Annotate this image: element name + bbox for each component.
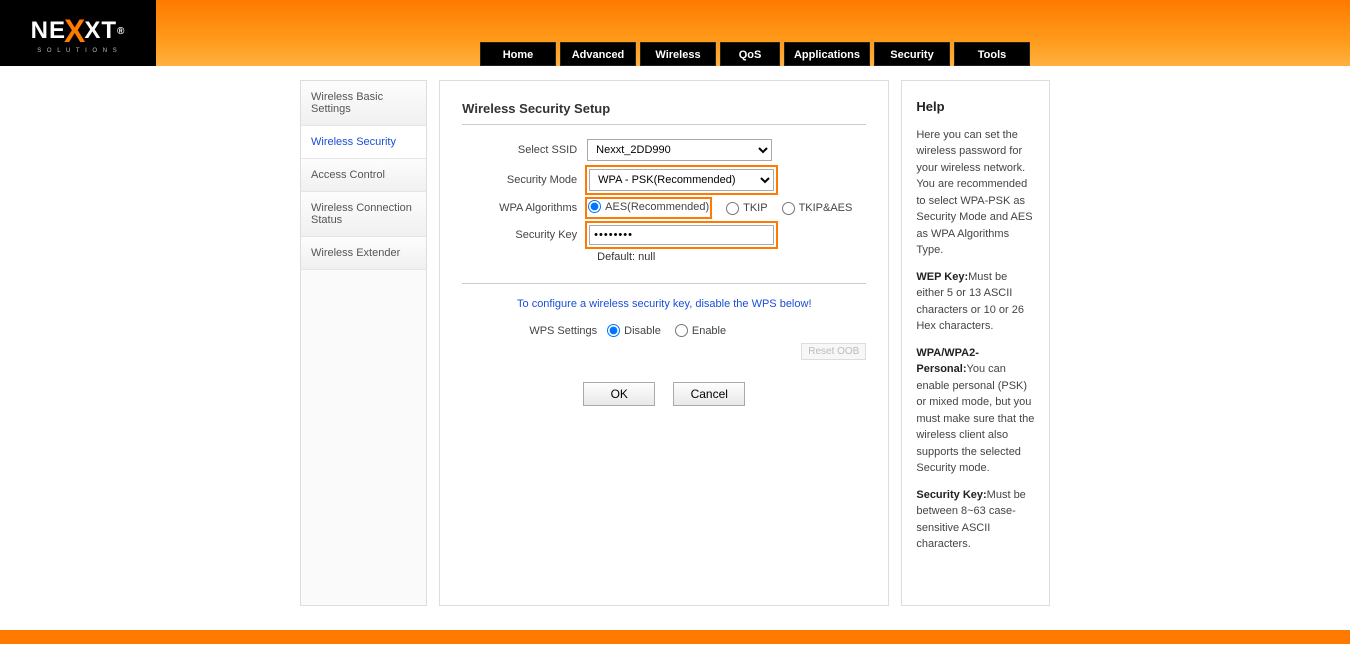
security-key-input[interactable]	[589, 225, 774, 245]
radio-aes-label: AES(Recommended)	[605, 201, 709, 213]
radio-wps-enable-input[interactable]	[675, 324, 688, 337]
help-panel: Help Here you can set the wireless passw…	[901, 80, 1050, 606]
security-key-highlight	[587, 223, 776, 247]
main-nav: Home Advanced Wireless QoS Applications …	[480, 42, 1030, 66]
reset-oob-button: Reset OOB	[801, 343, 866, 360]
radio-wps-disable-label: Disable	[624, 325, 661, 337]
brand-right: XT	[84, 17, 117, 45]
sidebar-item-extender[interactable]: Wireless Extender	[301, 237, 426, 270]
help-seckey-label: Security Key:	[916, 489, 986, 501]
help-wep: WEP Key:Must be either 5 or 13 ASCII cha…	[916, 269, 1035, 335]
page-body: Wireless Basic Settings Wireless Securit…	[0, 66, 1350, 626]
help-intro: Here you can set the wireless password f…	[916, 127, 1035, 259]
radio-tkip-label: TKIP	[743, 202, 767, 214]
help-wpa: WPA/WPA2-Personal:You can enable persona…	[916, 345, 1035, 477]
help-wpa-text: You can enable personal (PSK) or mixed m…	[916, 363, 1034, 474]
help-wep-label: WEP Key:	[916, 271, 968, 283]
row-wpa-algorithms: WPA Algorithms AES(Recommended) TKIP TKI…	[462, 199, 866, 217]
security-mode-label: Security Mode	[462, 174, 587, 186]
help-title: Help	[916, 97, 1035, 117]
sidebar-item-status[interactable]: Wireless Connection Status	[301, 192, 426, 237]
divider	[462, 124, 866, 125]
help-seckey: Security Key:Must be between 8~63 case-s…	[916, 487, 1035, 553]
security-mode-dropdown[interactable]: WPA - PSK(Recommended)	[589, 169, 774, 191]
row-wps-settings: WPS Settings Disable Enable	[462, 324, 866, 337]
button-row: OK Cancel	[462, 382, 866, 406]
wpa-alg-label: WPA Algorithms	[462, 202, 587, 214]
brand-x-icon: X	[64, 13, 86, 50]
sidebar: Wireless Basic Settings Wireless Securit…	[300, 80, 427, 606]
sidebar-item-access[interactable]: Access Control	[301, 159, 426, 192]
radio-wps-enable[interactable]: Enable	[675, 324, 726, 337]
radio-aes-input[interactable]	[588, 200, 601, 213]
radio-wps-disable-input[interactable]	[607, 324, 620, 337]
brand-left: NE	[31, 17, 66, 45]
panel-title: Wireless Security Setup	[462, 101, 866, 116]
ok-button[interactable]: OK	[583, 382, 655, 406]
brand-reg: ®	[117, 26, 125, 37]
footer-bar	[0, 630, 1350, 644]
wps-settings-label: WPS Settings	[462, 325, 607, 337]
cancel-button[interactable]: Cancel	[673, 382, 745, 406]
divider-2	[462, 283, 866, 284]
top-bar: NE X XT ® S O L U T I O N S Home Advance…	[0, 0, 1350, 66]
nav-wireless[interactable]: Wireless	[640, 42, 716, 66]
radio-tkipaes[interactable]: TKIP&AES	[782, 202, 853, 215]
nav-qos[interactable]: QoS	[720, 42, 780, 66]
wps-note: To configure a wireless security key, di…	[462, 298, 866, 310]
brand-subtitle: S O L U T I O N S	[37, 48, 119, 54]
select-ssid-dropdown[interactable]: Nexxt_2DD990	[587, 139, 772, 161]
nav-advanced[interactable]: Advanced	[560, 42, 636, 66]
radio-tkipaes-input[interactable]	[782, 202, 795, 215]
nav-home[interactable]: Home	[480, 42, 556, 66]
main-panel: Wireless Security Setup Select SSID Nexx…	[439, 80, 889, 606]
nav-tools[interactable]: Tools	[954, 42, 1030, 66]
security-key-label: Security Key	[462, 229, 587, 241]
radio-wps-disable[interactable]: Disable	[607, 324, 661, 337]
security-mode-highlight: WPA - PSK(Recommended)	[587, 167, 776, 193]
radio-tkip-input[interactable]	[726, 202, 739, 215]
sidebar-item-basic[interactable]: Wireless Basic Settings	[301, 81, 426, 126]
radio-tkip[interactable]: TKIP	[726, 202, 767, 215]
reset-oob-row: Reset OOB	[462, 343, 866, 360]
radio-wps-enable-label: Enable	[692, 325, 726, 337]
row-security-mode: Security Mode WPA - PSK(Recommended)	[462, 167, 866, 193]
radio-aes[interactable]: AES(Recommended)	[588, 200, 709, 213]
nav-security[interactable]: Security	[874, 42, 950, 66]
row-security-key: Security Key	[462, 223, 866, 247]
radio-tkipaes-label: TKIP&AES	[799, 202, 853, 214]
row-select-ssid: Select SSID Nexxt_2DD990	[462, 139, 866, 161]
sidebar-item-security[interactable]: Wireless Security	[301, 126, 426, 159]
aes-highlight: AES(Recommended)	[587, 199, 710, 217]
select-ssid-label: Select SSID	[462, 144, 587, 156]
nav-applications[interactable]: Applications	[784, 42, 870, 66]
default-null-text: Default: null	[597, 251, 866, 263]
brand-logo: NE X XT ® S O L U T I O N S	[0, 0, 156, 66]
